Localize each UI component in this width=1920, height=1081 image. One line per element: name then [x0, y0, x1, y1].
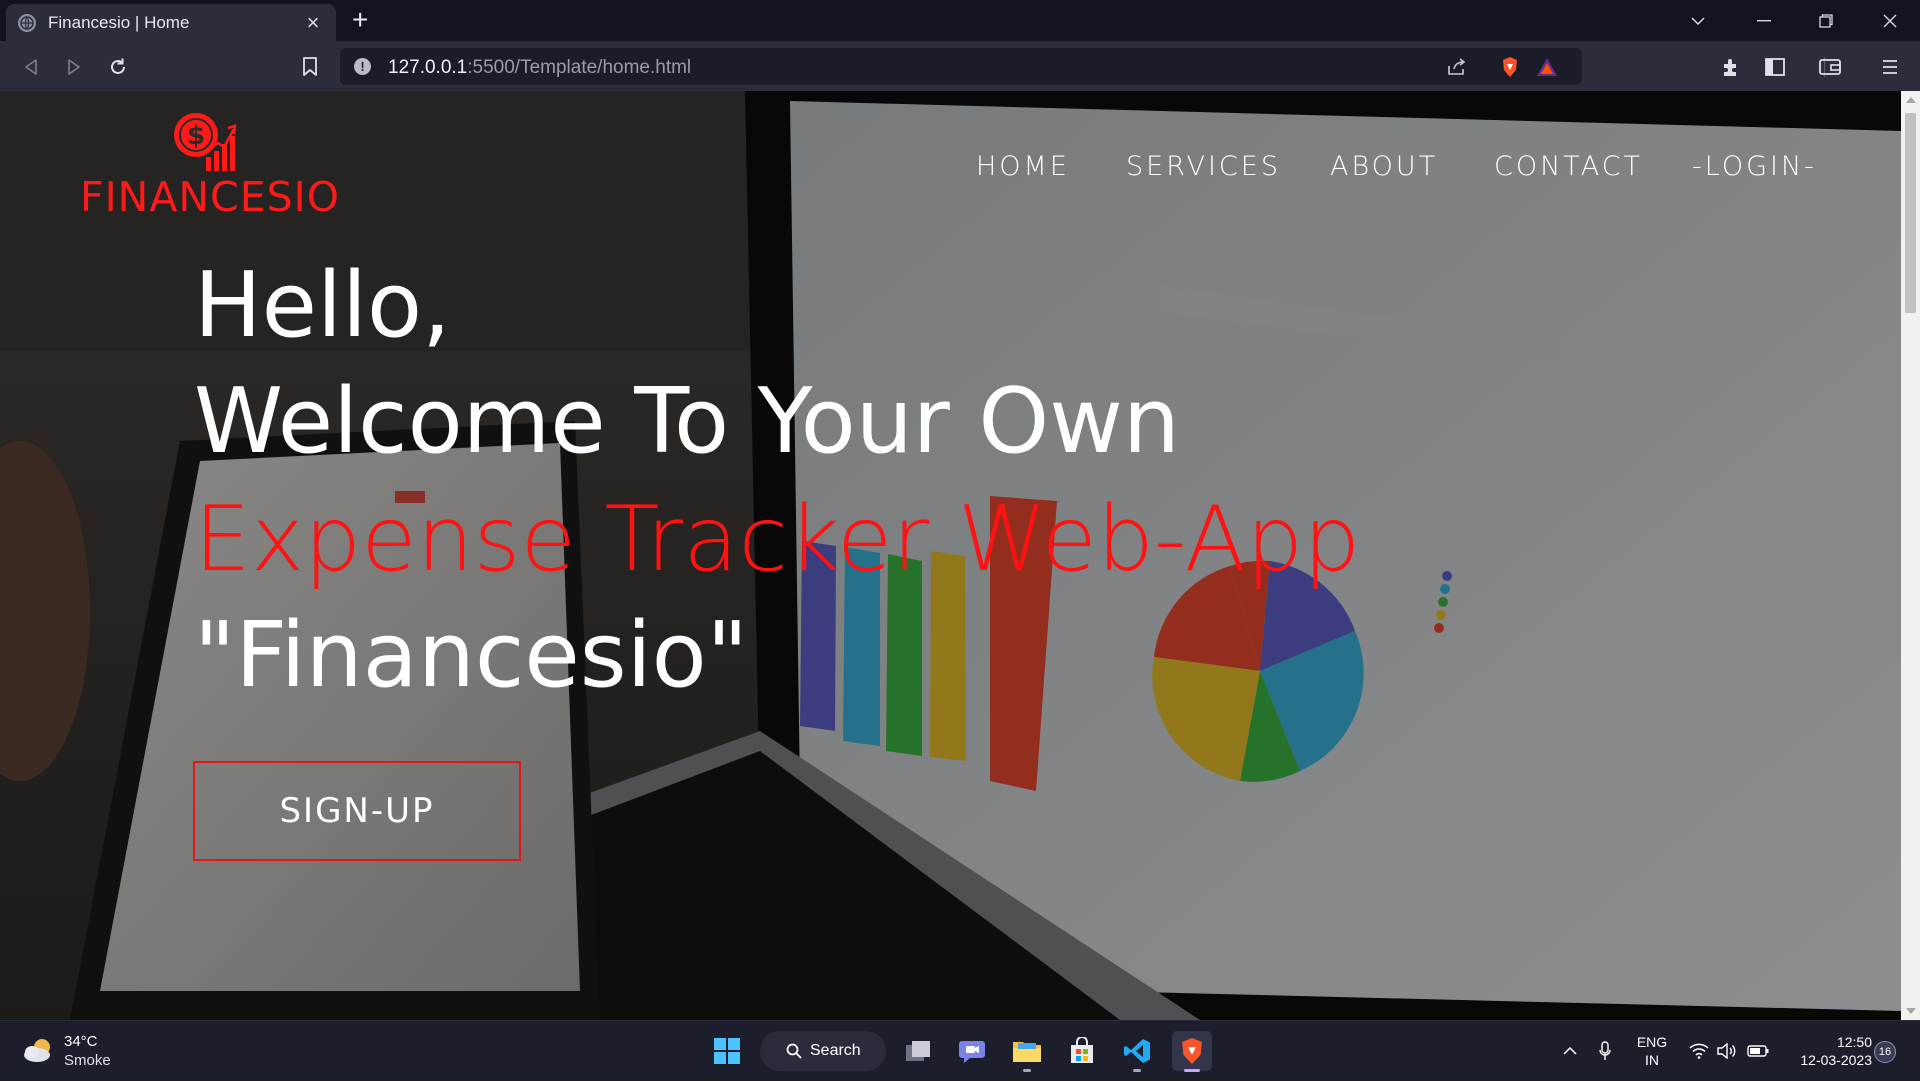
vscode-icon	[1124, 1039, 1150, 1063]
battery-icon[interactable]	[1744, 1021, 1772, 1081]
globe-icon	[18, 13, 36, 32]
close-window-button[interactable]	[1862, 0, 1918, 41]
search-icon	[786, 1043, 802, 1059]
brave-lion-icon	[1182, 1038, 1202, 1064]
hero-line-financesio: "Financesio"	[194, 603, 749, 708]
region-code: IN	[1645, 1052, 1659, 1068]
reload-button[interactable]	[104, 53, 132, 81]
language-code: ENG	[1636, 1034, 1668, 1050]
page-scrollbar[interactable]	[1901, 91, 1920, 1020]
main-nav: HOME SERVICES ABOUT CONTACT -LOGIN-	[0, 151, 1901, 195]
url-host: 127.0.0.1	[388, 57, 468, 78]
windows-taskbar: 34°C Smoke Search ENG IN 12:50 12-03-202…	[0, 1020, 1920, 1080]
file-explorer-button[interactable]	[1007, 1031, 1047, 1072]
volume-icon[interactable]	[1714, 1021, 1740, 1081]
brave-browser-button[interactable]	[1172, 1031, 1212, 1072]
store-icon	[1071, 1037, 1093, 1063]
scrollbar-thumb[interactable]	[1905, 113, 1916, 313]
url-text[interactable]: 127.0.0.1:5500/Template/home.html	[388, 57, 691, 79]
address-bar[interactable]: ! 127.0.0.1:5500/Template/home.html	[340, 48, 1825, 85]
wallet-icon[interactable]	[1816, 53, 1844, 81]
browser-tab-active[interactable]: Financesio | Home ×	[6, 4, 336, 41]
close-tab-icon[interactable]: ×	[302, 11, 324, 34]
notification-badge[interactable]: 16	[1874, 1041, 1896, 1063]
browser-toolbar: ! 127.0.0.1:5500/Template/home.html	[0, 41, 1920, 91]
nav-login[interactable]: -LOGIN-	[1692, 151, 1817, 182]
ms-store-button[interactable]	[1062, 1031, 1102, 1071]
chat-icon	[959, 1041, 985, 1063]
clock-time: 12:50	[1836, 1034, 1872, 1050]
nav-contact[interactable]: CONTACT	[1494, 151, 1643, 182]
menu-icon[interactable]	[1876, 53, 1904, 81]
system-clock[interactable]: 12:50 12-03-2023	[1782, 1033, 1872, 1069]
bookmark-icon[interactable]	[296, 53, 324, 81]
hero-line-hello: Hello,	[194, 253, 451, 358]
site-info-icon[interactable]: !	[354, 58, 371, 75]
taskbar-search[interactable]: Search	[760, 1031, 886, 1071]
back-button[interactable]	[17, 53, 45, 81]
restore-button[interactable]	[1798, 0, 1854, 41]
minimize-button[interactable]	[1736, 0, 1792, 41]
hero-line-welcome: Welcome To Your Own	[194, 369, 1180, 474]
nav-about[interactable]: ABOUT	[1330, 151, 1438, 182]
scroll-up-arrow-icon[interactable]	[1906, 97, 1916, 103]
start-button[interactable]	[707, 1031, 747, 1071]
language-indicator[interactable]: ENG IN	[1634, 1033, 1670, 1069]
brave-rewards-icon[interactable]	[1536, 56, 1558, 78]
nav-services[interactable]: SERVICES	[1126, 151, 1281, 182]
signup-button[interactable]: SIGN-UP	[193, 761, 521, 861]
tab-search-chevron-icon[interactable]	[1670, 0, 1726, 41]
task-view-button[interactable]	[898, 1031, 938, 1071]
wifi-icon[interactable]	[1686, 1021, 1712, 1081]
forward-button[interactable]	[60, 53, 88, 81]
show-hidden-icons-chevron-icon[interactable]	[1556, 1021, 1584, 1081]
search-label: Search	[810, 1042, 861, 1059]
new-tab-button[interactable]: +	[352, 6, 368, 34]
running-indicator	[1184, 1069, 1200, 1072]
url-path: :5500/Template/home.html	[467, 57, 692, 78]
svg-text:$: $	[187, 121, 205, 151]
running-indicator	[1133, 1069, 1141, 1072]
task-view-icon	[906, 1041, 930, 1061]
clock-date: 12-03-2023	[1800, 1052, 1872, 1068]
folder-icon	[1013, 1042, 1041, 1062]
windows-logo-icon	[714, 1038, 740, 1064]
cloudy-weather-icon	[24, 1039, 50, 1062]
tab-title: Financesio | Home	[48, 12, 190, 32]
weather-condition: Smoke	[64, 1052, 111, 1069]
share-icon[interactable]	[1446, 56, 1468, 78]
scroll-down-arrow-icon[interactable]	[1906, 1008, 1916, 1014]
page-viewport: $ FINANCESIO HOME SERVICES ABOUT CONTACT…	[0, 91, 1901, 1020]
teams-chat-button[interactable]	[952, 1031, 992, 1071]
extensions-icon[interactable]	[1717, 53, 1745, 81]
vscode-button[interactable]	[1117, 1031, 1157, 1072]
weather-temperature: 34°C	[64, 1033, 98, 1050]
nav-home[interactable]: HOME	[976, 151, 1070, 182]
brave-shields-icon[interactable]	[1499, 56, 1521, 78]
running-indicator	[1023, 1069, 1031, 1072]
sidebar-toggle-icon[interactable]	[1761, 53, 1789, 81]
microphone-icon[interactable]	[1592, 1021, 1618, 1081]
browser-titlebar: Financesio | Home × +	[0, 0, 1920, 41]
hero-line-expense-tracker: Expense Tracker Web-App	[194, 487, 1361, 592]
